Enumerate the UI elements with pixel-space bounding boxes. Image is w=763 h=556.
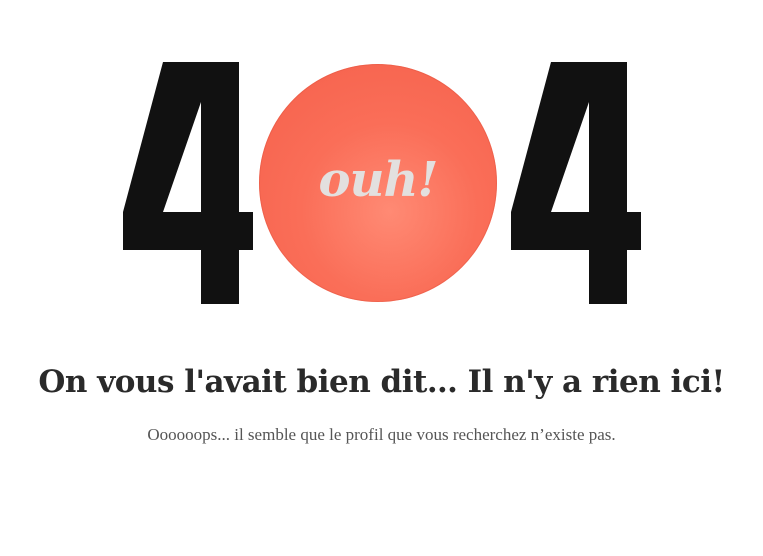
error-headline: On vous l'avait bien dit… Il n'y a rien …	[38, 364, 725, 400]
ouh-label: ouh!	[318, 152, 439, 208]
digit-four-left: 4	[123, 62, 253, 304]
digit-four-right: 4	[511, 62, 641, 304]
error-subtext: Oooooops... il semble que le profil que …	[147, 425, 616, 444]
error-404-graphic: 4 ouh! 4	[0, 0, 763, 320]
error-page: 4 ouh! 4 On vous l'avait bien dit… Il n'…	[0, 0, 763, 556]
ouh-circle: ouh!	[259, 64, 497, 302]
